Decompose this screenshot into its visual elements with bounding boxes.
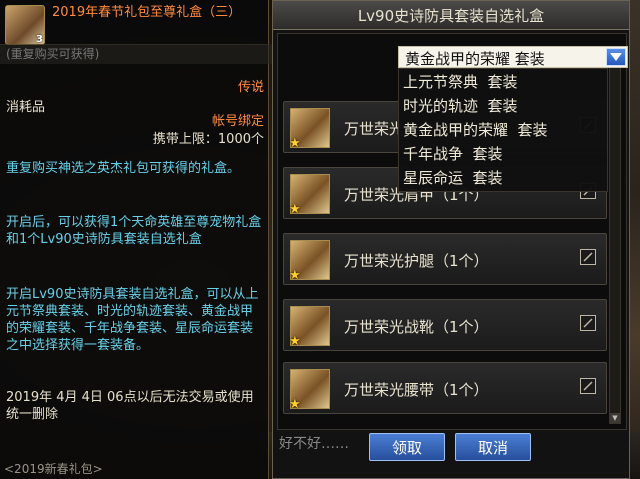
item-subtitle: (重复购买可获得)	[0, 44, 274, 64]
dropdown-option[interactable]: 时光的轨迹 套装	[403, 95, 518, 116]
set-select-dropdown[interactable]: 黄金战甲的荣耀 套装	[398, 46, 628, 68]
armor-top-icon: ★	[289, 108, 330, 151]
dropdown-options-list: 上元节祭典 套装 时光的轨迹 套装 黄金战甲的荣耀 套装 千年战争 套装 星辰命…	[398, 68, 608, 192]
item-list-scrollbar[interactable]: ▼	[609, 57, 621, 424]
belt-icon: ★	[289, 369, 330, 412]
edit-icon[interactable]	[580, 378, 596, 394]
item-grade: 传说	[237, 80, 264, 95]
dropdown-selected-value: 黄金战甲的荣耀 套装	[405, 50, 545, 68]
tooltip-footer: <2019新春礼包>	[4, 462, 103, 476]
item-row[interactable]: ★ 万世荣光战靴（1个）	[283, 299, 607, 351]
item-name: 万世荣光腰带（1个）	[344, 381, 489, 399]
boots-icon: ★	[289, 306, 330, 349]
cancel-button[interactable]: 取消	[455, 433, 531, 461]
chat-input[interactable]: 好不好……	[279, 433, 369, 455]
star-icon: ★	[289, 136, 301, 151]
dropdown-option[interactable]: 星辰命运 套装	[403, 167, 503, 188]
chevron-down-icon[interactable]	[606, 48, 626, 66]
dialog-title: Lv90史诗防具套装自选礼盒	[357, 7, 545, 25]
item-name: 万世荣光战靴（1个）	[344, 318, 489, 336]
item-tooltip: 3 2019年春节礼包至尊礼盒（三） (重复购买可获得) 传说 消耗品 帐号绑定…	[0, 0, 274, 479]
gift-box-icon: 3	[5, 5, 45, 45]
dropdown-option[interactable]: 上元节祭典 套装	[403, 71, 518, 92]
item-row[interactable]: ★ 万世荣光护腿（1个）	[283, 233, 607, 285]
item-description: 重复购买神选之英杰礼包可获得的礼盒。	[6, 161, 241, 176]
star-icon: ★	[289, 202, 301, 217]
claim-button[interactable]: 领取	[369, 433, 445, 461]
item-title: 2019年春节礼包至尊礼盒（三）	[52, 5, 242, 20]
dialog-titlebar[interactable]: Lv90史诗防具套装自选礼盒	[273, 1, 629, 30]
item-description-select: 开启Lv90史诗防具套装自选礼盒，可以从上元节祭典套装、时光的轨迹套装、黄金战甲…	[6, 287, 259, 353]
item-name: 万世荣光护腿（1个）	[344, 252, 489, 270]
star-icon: ★	[289, 397, 301, 412]
dropdown-option[interactable]: 黄金战甲的荣耀 套装	[403, 119, 548, 140]
tooltip-header: 3 2019年春节礼包至尊礼盒（三）	[0, 0, 268, 45]
edit-icon[interactable]	[580, 249, 596, 265]
edit-icon[interactable]	[580, 315, 596, 331]
leg-armor-icon: ★	[289, 240, 330, 283]
scroll-down-icon[interactable]: ▼	[610, 413, 620, 423]
item-description-open: 开启后，可以获得1个天命英雄至尊宠物礼盒和1个Lv90史诗防具套装自选礼盒	[6, 215, 262, 247]
star-icon: ★	[289, 268, 301, 283]
star-icon: ★	[289, 334, 301, 349]
bind-status: 帐号绑定	[211, 114, 264, 129]
shoulder-armor-icon: ★	[289, 174, 330, 217]
carry-limit: 携带上限：1000个	[152, 132, 264, 147]
expiry-notice: 2019年 4月 4日 06点以后无法交易或使用统一删除	[6, 390, 254, 422]
dropdown-option[interactable]: 千年战争 套装	[403, 143, 503, 164]
item-row[interactable]: ★ 万世荣光腰带（1个）	[283, 362, 607, 414]
item-type: 消耗品	[6, 100, 46, 115]
